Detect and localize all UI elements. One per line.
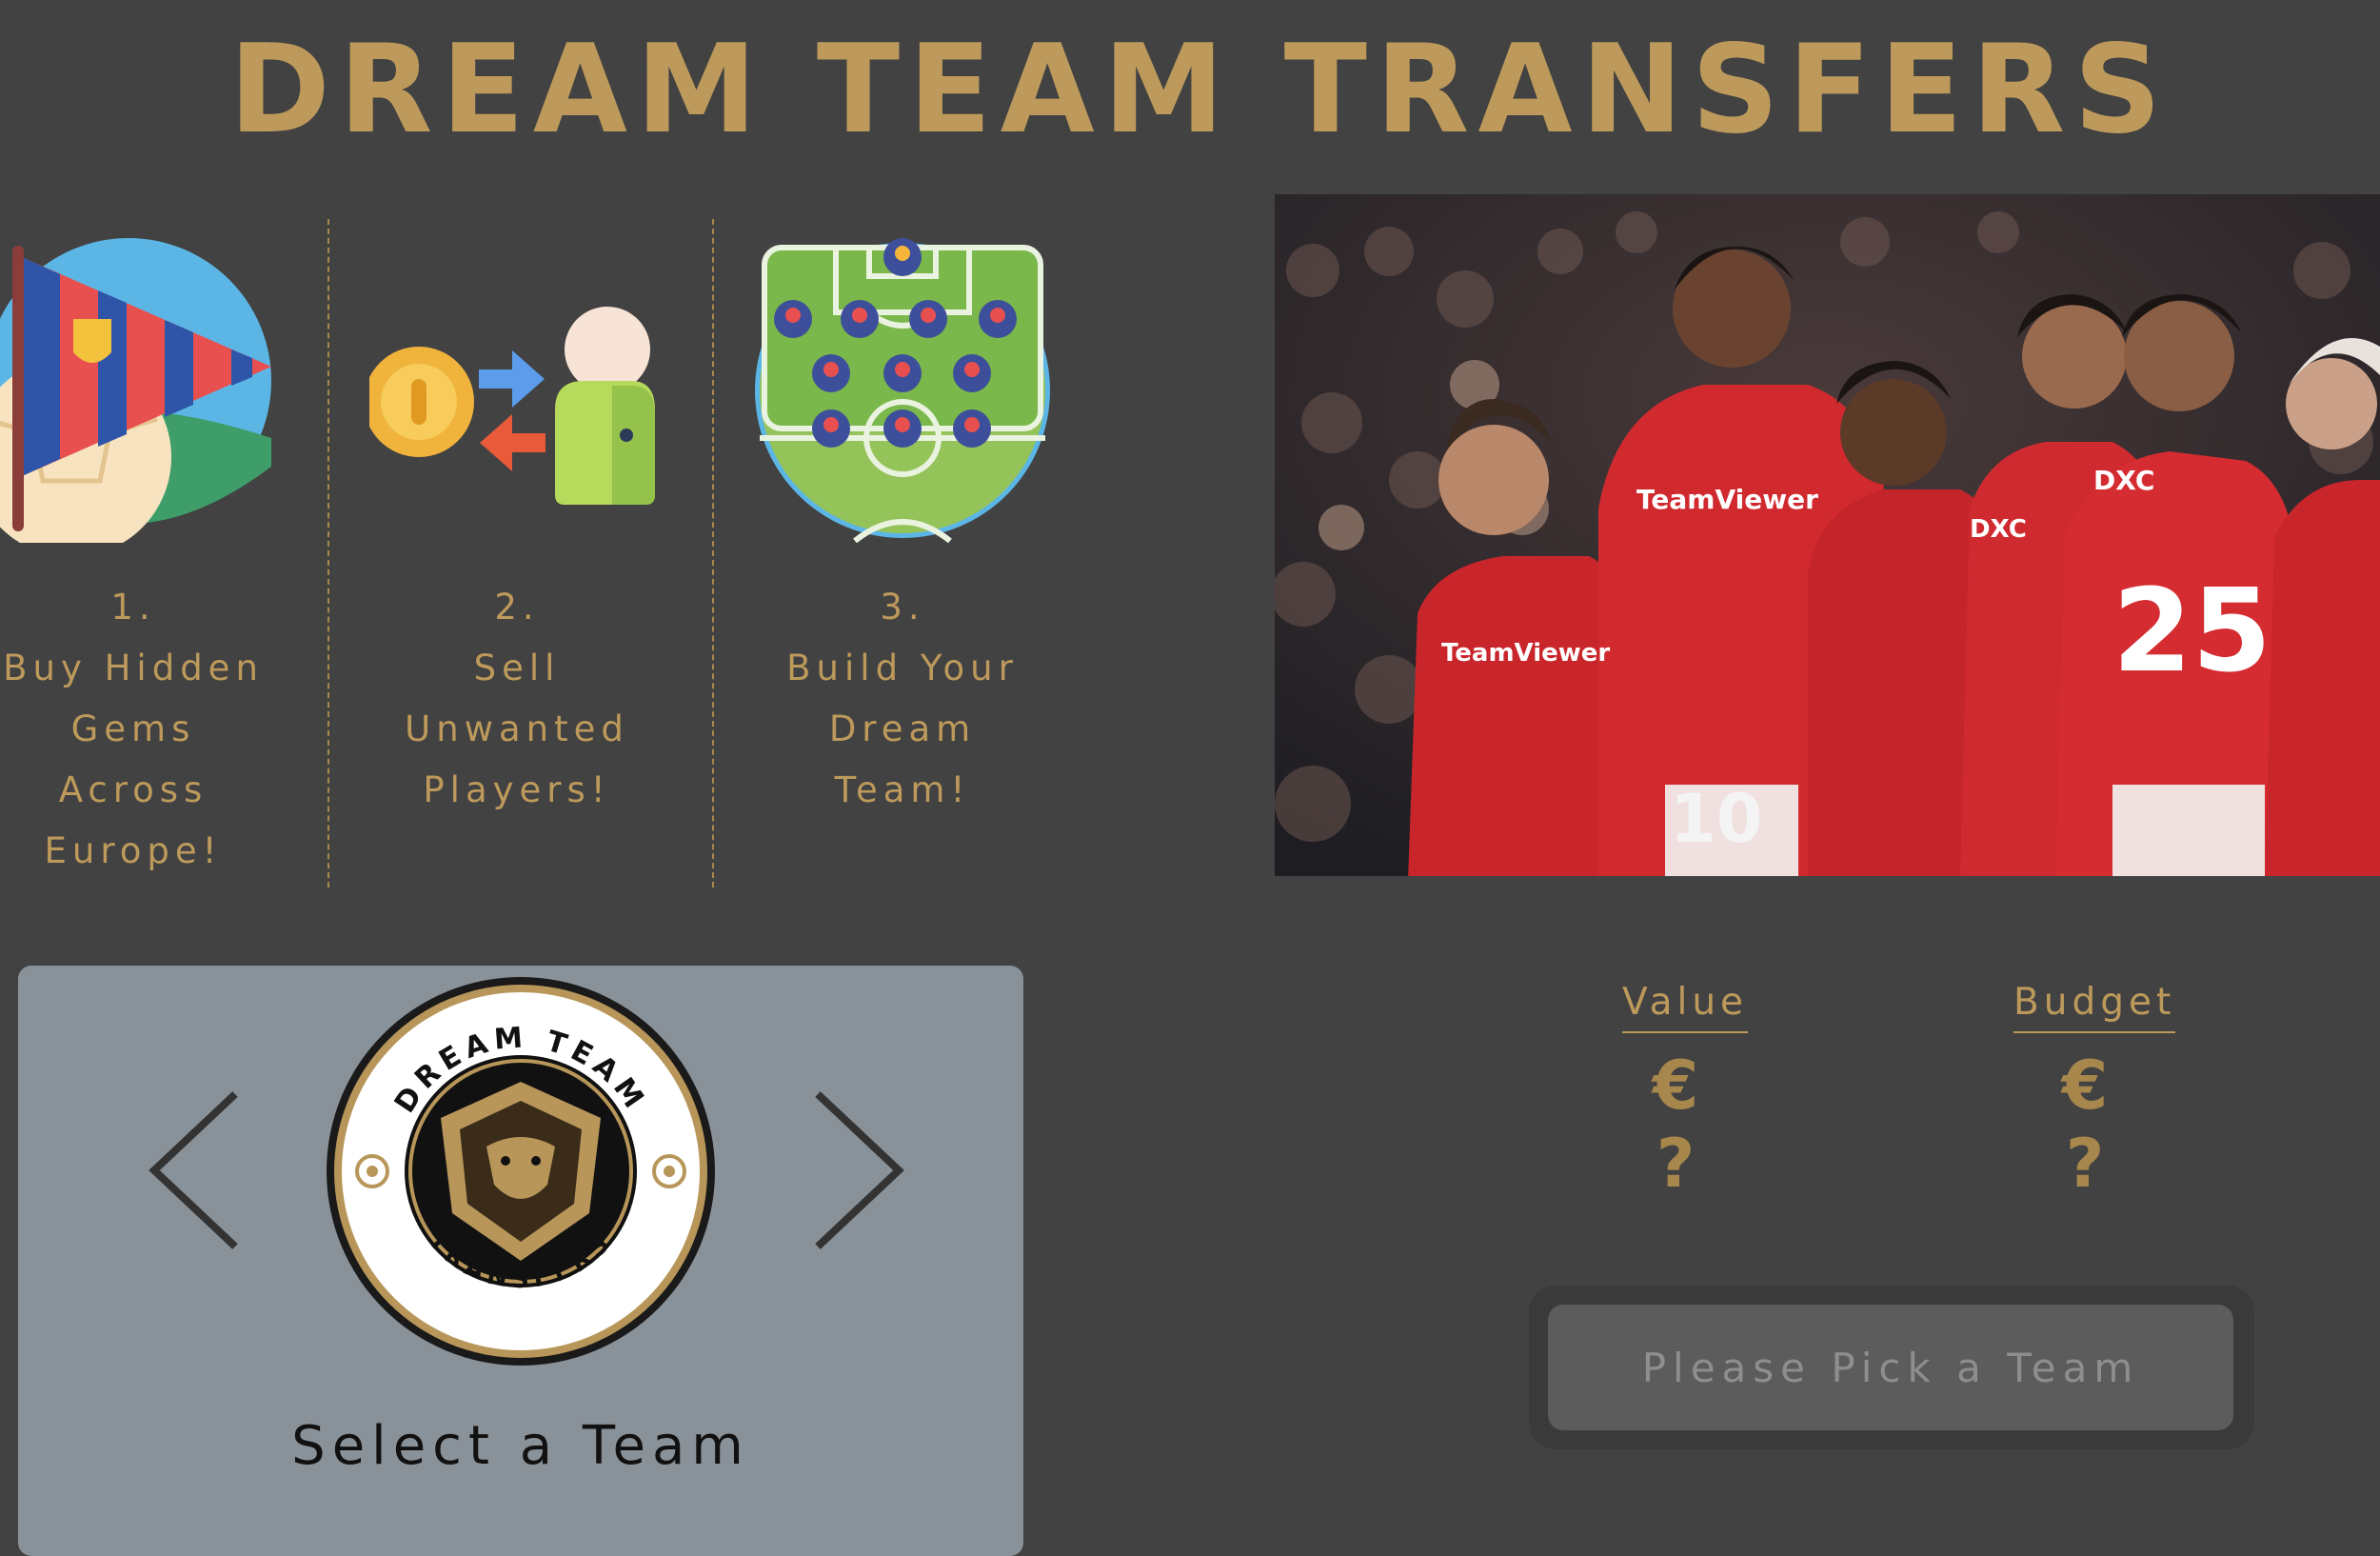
step-2-text: Sell Unwanted Players!	[405, 648, 629, 810]
step-3-text: Build Your Dream Team!	[786, 648, 1019, 810]
step-2-number: 2.	[494, 587, 540, 628]
coin-exchange-icon	[369, 307, 655, 505]
step-1-text: Buy Hidden Gems Across Europe!	[3, 648, 264, 871]
svg-text:25: 25	[2112, 566, 2271, 698]
page-title: DREAM TEAM TRANSFERS	[228, 19, 2171, 161]
svg-text:TeamViewer: TeamViewer	[1441, 639, 1610, 668]
previous-team-arrow-icon[interactable]	[130, 1080, 264, 1261]
step-3-number: 3.	[880, 587, 925, 628]
step-3: 3. Build Your Dream Team!	[712, 219, 1093, 821]
step-1: 1. Buy Hidden Gems Across Europe!	[0, 219, 324, 882]
step-2: 2. Sell Unwanted Players!	[327, 219, 707, 821]
select-team-label: Select a Team	[291, 1415, 750, 1477]
team-celebration-photo: TeamViewer TeamViewer DXC DXC 25 10	[1275, 194, 2380, 876]
value-stat: Value € ?	[1618, 981, 1752, 1203]
budget-amount: € ?	[2061, 1047, 2128, 1203]
team-selector-panel: DREAM TEAM TRANSFERS Select a Team	[18, 966, 1023, 1556]
svg-text:DXC: DXC	[1970, 515, 2027, 544]
next-team-arrow-icon[interactable]	[789, 1080, 922, 1261]
value-label: Value	[1621, 981, 1749, 1033]
flag-ball-icon	[0, 238, 271, 543]
formation-pitch-icon	[755, 238, 1050, 543]
svg-text:TeamViewer: TeamViewer	[1636, 484, 1818, 515]
budget-label: Budget	[2013, 981, 2176, 1033]
pick-team-button[interactable]: Please Pick a Team	[1548, 1305, 2233, 1430]
dream-team-logo: DREAM TEAM TRANSFERS	[325, 975, 717, 1367]
svg-text:DXC: DXC	[2093, 465, 2154, 496]
value-amount: € ?	[1652, 1047, 1718, 1203]
step-1-number: 1.	[110, 587, 156, 628]
budget-stat: Budget € ?	[2013, 981, 2176, 1203]
pick-team-button-container: Please Pick a Team	[1529, 1286, 2254, 1449]
